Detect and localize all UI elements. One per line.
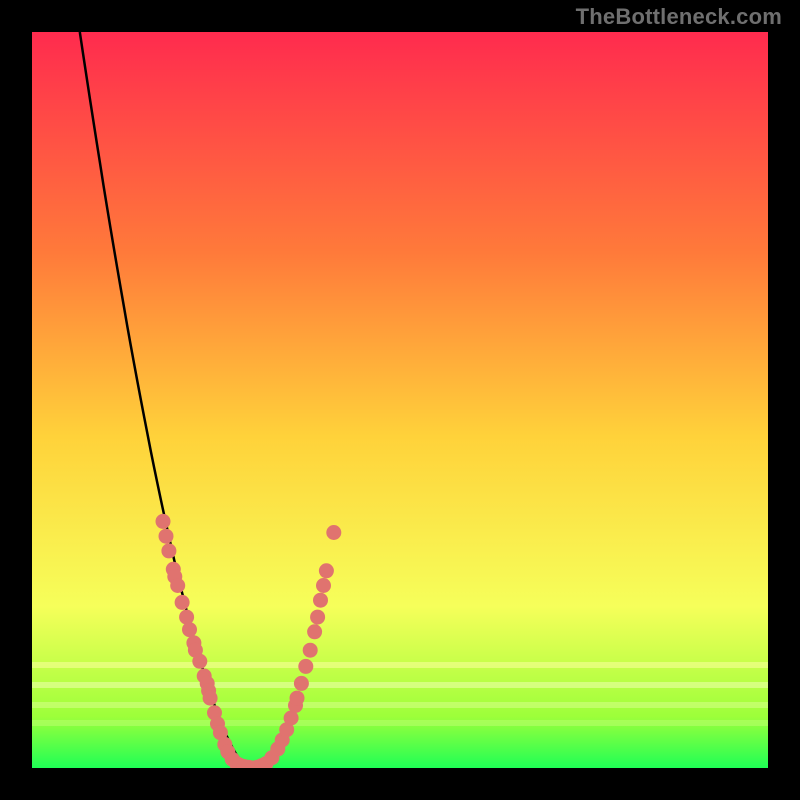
band-light-4 bbox=[32, 720, 768, 726]
band-light-2 bbox=[32, 682, 768, 688]
data-point bbox=[159, 529, 174, 544]
data-point bbox=[175, 595, 190, 610]
band-light-3 bbox=[32, 702, 768, 708]
data-point bbox=[192, 654, 207, 669]
data-point bbox=[294, 676, 309, 691]
gradient-background bbox=[32, 32, 768, 768]
data-point bbox=[307, 624, 322, 639]
data-point bbox=[298, 659, 313, 674]
data-point bbox=[182, 622, 197, 637]
data-point bbox=[179, 610, 194, 625]
chart-svg bbox=[32, 32, 768, 768]
data-point bbox=[310, 610, 325, 625]
chart-outer-frame: TheBottleneck.com bbox=[0, 0, 800, 800]
data-point bbox=[203, 691, 218, 706]
data-point bbox=[313, 593, 328, 608]
data-point bbox=[161, 543, 176, 558]
plot-area bbox=[32, 32, 768, 768]
data-point bbox=[303, 643, 318, 658]
data-point bbox=[290, 691, 305, 706]
band-light-1 bbox=[32, 662, 768, 668]
data-point bbox=[316, 578, 331, 593]
data-point bbox=[319, 563, 334, 578]
data-point bbox=[156, 514, 171, 529]
data-point bbox=[326, 525, 341, 540]
data-point bbox=[170, 578, 185, 593]
watermark-text: TheBottleneck.com bbox=[576, 4, 782, 30]
